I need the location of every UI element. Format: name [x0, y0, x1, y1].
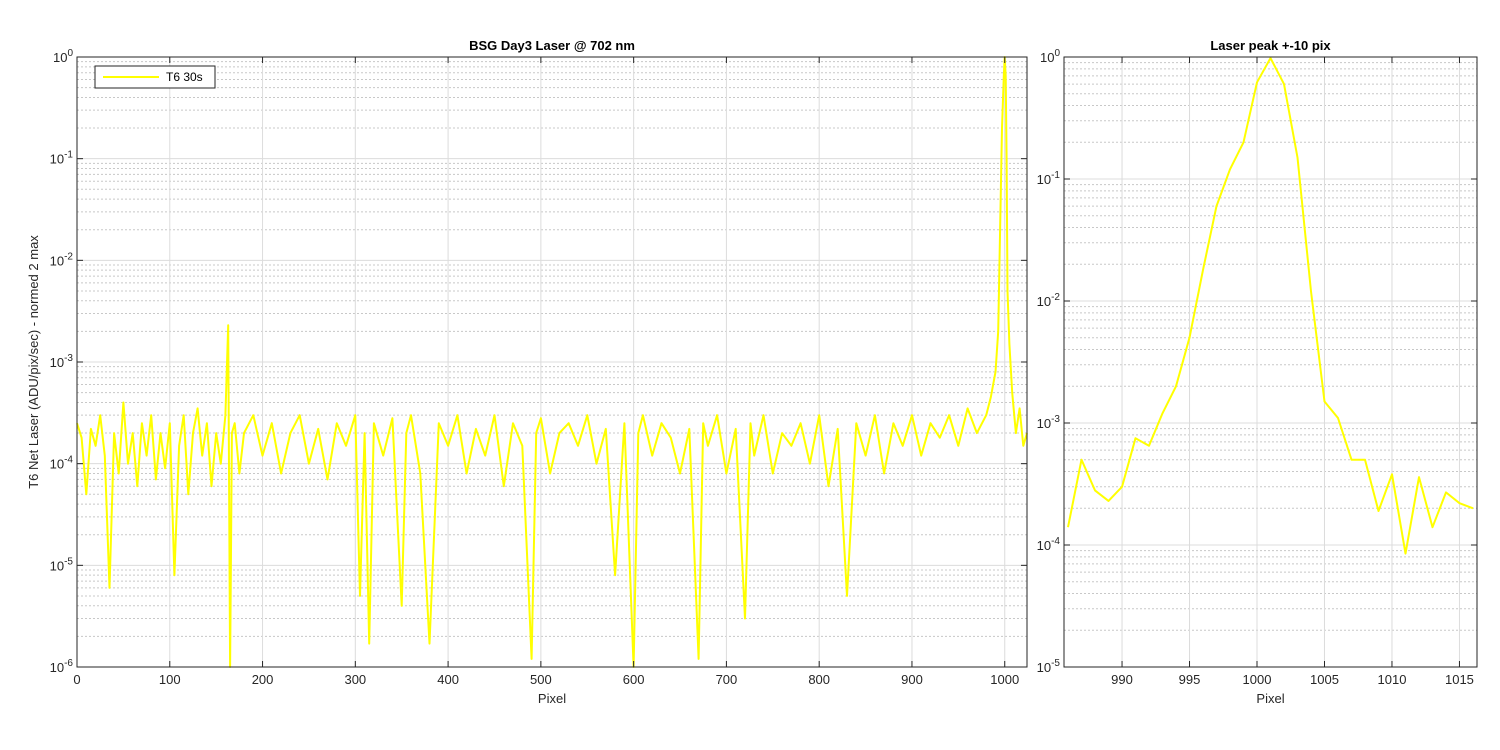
y-tick-label: 100	[1040, 48, 1060, 65]
y-tick-base: 10	[50, 253, 64, 268]
chart-title: BSG Day3 Laser @ 702 nm	[469, 38, 635, 53]
y-tick-label: 100	[53, 48, 73, 65]
y-tick-exponent: -1	[64, 150, 73, 161]
x-tick-label: 300	[344, 672, 366, 687]
y-tick-exponent: -2	[64, 251, 73, 262]
legend: T6 30s	[94, 65, 216, 89]
y-tick-exponent: -2	[1051, 292, 1060, 303]
y-tick-base: 10	[1037, 416, 1051, 431]
y-tick-label: 10-4	[50, 455, 74, 472]
x-tick-label: 1010	[1378, 672, 1407, 687]
y-tick-exponent: 0	[67, 48, 73, 59]
y-tick-base: 10	[1037, 660, 1051, 675]
x-tick-label: 900	[901, 672, 923, 687]
y-tick-base: 10	[1040, 50, 1054, 65]
y-tick-base: 10	[1037, 538, 1051, 553]
y-tick-label: 10-1	[1037, 170, 1061, 187]
x-tick-label: 100	[159, 672, 181, 687]
x-tick-label: 200	[252, 672, 274, 687]
y-tick-label: 10-5	[50, 556, 74, 573]
y-axis-label: T6 Net Laser (ADU/pix/sec) - normed 2 ma…	[26, 235, 41, 489]
y-tick-base: 10	[53, 50, 67, 65]
x-tick-label: 0	[73, 672, 80, 687]
y-tick-exponent: -4	[1051, 536, 1060, 547]
y-tick-label: 10-2	[50, 251, 74, 268]
y-tick-label: 10-1	[50, 150, 74, 167]
x-tick-label: 990	[1111, 672, 1133, 687]
y-tick-label: 10-4	[1037, 536, 1061, 553]
x-tick-label: 800	[808, 672, 830, 687]
y-tick-exponent: -5	[1051, 658, 1060, 669]
x-tick-label: 500	[530, 672, 552, 687]
x-axis-label: Pixel	[1256, 691, 1284, 706]
y-tick-label: 10-5	[1037, 658, 1061, 675]
x-tick-label: 700	[716, 672, 738, 687]
plot-area	[1064, 57, 1477, 667]
y-tick-label: 10-2	[1037, 292, 1061, 309]
x-tick-label: 600	[623, 672, 645, 687]
chart-1: 0 100 200 300 400 500 600 700 800 900 100010-610-5…	[26, 38, 1028, 706]
x-axis-label: Pixel	[538, 691, 566, 706]
y-tick-base: 10	[50, 660, 64, 675]
chart-2: 990 995 1000 1005 1010 101510-510-410-310-210…	[1037, 38, 1478, 706]
y-tick-label: 10-3	[50, 353, 74, 370]
y-tick-base: 10	[50, 152, 64, 167]
y-tick-base: 10	[50, 355, 64, 370]
y-tick-base: 10	[50, 457, 64, 472]
y-tick-base: 10	[50, 558, 64, 573]
x-tick-label: 995	[1179, 672, 1201, 687]
y-tick-exponent: -5	[64, 556, 73, 567]
legend-label: T6 30s	[166, 70, 203, 84]
y-tick-base: 10	[1037, 172, 1051, 187]
x-tick-label: 1005	[1310, 672, 1339, 687]
y-tick-exponent: -1	[1051, 170, 1060, 181]
x-tick-label: 1000	[990, 672, 1019, 687]
y-tick-label: 10-6	[50, 658, 74, 675]
y-tick-exponent: -3	[1051, 414, 1060, 425]
y-tick-exponent: 0	[1054, 48, 1060, 59]
y-tick-exponent: -3	[64, 353, 73, 364]
chart-title: Laser peak +-10 pix	[1210, 38, 1331, 53]
x-tick-label: 1000	[1243, 672, 1272, 687]
x-tick-label: 1015	[1445, 672, 1474, 687]
y-tick-exponent: -6	[64, 658, 73, 669]
y-tick-exponent: -4	[64, 455, 73, 466]
figure: 0 100 200 300 400 500 600 700 800 900 100010-610-5…	[26, 38, 1478, 706]
y-tick-label: 10-3	[1037, 414, 1061, 431]
x-tick-label: 400	[437, 672, 459, 687]
y-tick-base: 10	[1037, 294, 1051, 309]
